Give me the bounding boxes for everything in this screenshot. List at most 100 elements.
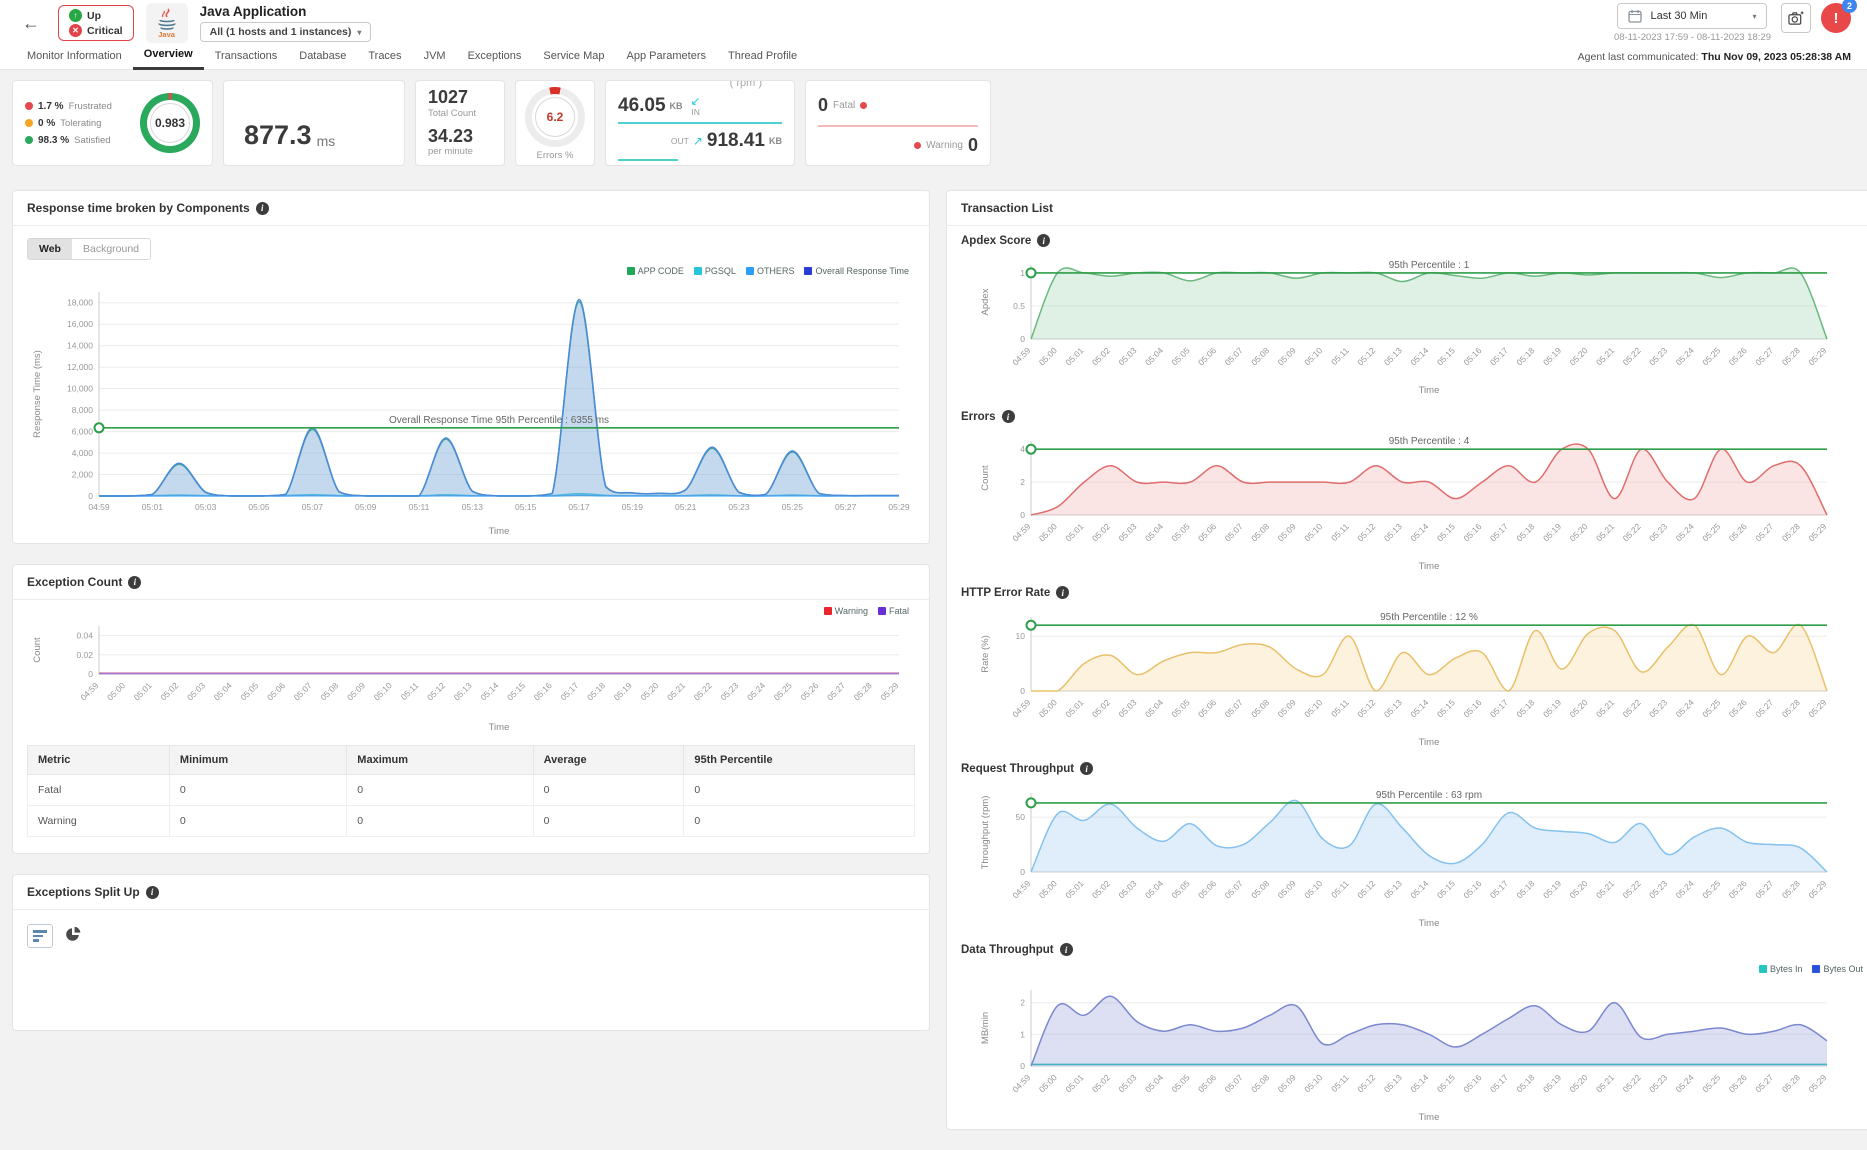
tolerating-dot-icon [25,119,33,127]
legend-pgsql[interactable]: PGSQL [694,266,736,276]
main-columns: Response time broken by Components i Web… [12,190,1855,1150]
host-instance-selector[interactable]: All (1 hosts and 1 instances) ▾ [200,22,372,42]
errors-section: Errors i 42095th Percentile : 404:5905:0… [947,402,1867,578]
top-right-controls: Last 30 Min ▾ 08-11-2023 17:59 - 08-11-2… [1614,3,1851,43]
tab-monitor-information[interactable]: Monitor Information [16,45,133,69]
tab-traces[interactable]: Traces [357,45,412,69]
legend-warning[interactable]: Warning [824,606,868,616]
svg-text:05:27: 05:27 [835,502,857,512]
svg-text:Time: Time [1419,385,1440,396]
info-icon[interactable]: i [1060,943,1073,956]
svg-text:05:10: 05:10 [1302,878,1324,900]
svg-text:05:22: 05:22 [1621,345,1643,367]
tab-jvm[interactable]: JVM [413,45,457,69]
info-icon[interactable]: i [1002,410,1015,423]
toggle-background-button[interactable]: Background [72,239,150,259]
bar-view-button[interactable] [27,924,53,948]
data-out-row: OUT ↗ 918.41 KB [618,130,782,152]
svg-text:04:59: 04:59 [1010,521,1032,543]
tab-transactions[interactable]: Transactions [204,45,289,69]
apdex-tolerating: 0 % Tolerating [25,118,112,129]
info-icon[interactable]: i [256,202,269,215]
tab-exceptions[interactable]: Exceptions [457,45,533,69]
svg-text:05:28: 05:28 [852,680,874,702]
back-button[interactable]: ← [16,11,46,36]
legend-bytes-in[interactable]: Bytes In [1759,964,1803,974]
svg-text:05:07: 05:07 [1223,521,1245,543]
svg-text:05:12: 05:12 [1355,345,1377,367]
exceptions-split-header: Exceptions Split Up i [13,875,929,910]
svg-text:18,000: 18,000 [67,298,93,308]
tab-service-map[interactable]: Service Map [532,45,615,69]
svg-text:Time: Time [1419,561,1440,572]
time-range-picker[interactable]: Last 30 Min ▾ 08-11-2023 17:59 - 08-11-2… [1614,3,1771,43]
errors-chart: 42095th Percentile : 404:5905:0005:0105:… [961,423,1867,578]
svg-text:05:09: 05:09 [355,502,377,512]
monitor-status-box[interactable]: ↑ Up ✕ Critical [58,5,134,41]
info-icon[interactable]: i [1037,234,1050,247]
time-range-box[interactable]: Last 30 Min ▾ [1617,3,1767,29]
svg-text:05:29: 05:29 [878,680,900,702]
apdex-legend: 1.7 % Frustrated 0 % Tolerating 98.3 % S… [25,101,112,146]
tolerating-value: 0 % [38,118,55,129]
response-time-unit: ms [317,133,336,149]
svg-text:05:24: 05:24 [1674,697,1696,719]
svg-text:04:59: 04:59 [1010,697,1032,719]
toggle-web-button[interactable]: Web [28,239,72,259]
svg-text:05:16: 05:16 [1461,878,1483,900]
data-in-out-card: ( rpm ) 46.05 KB ↙ IN OUT ↗ 918.41 KB [605,80,795,166]
legend-fatal[interactable]: Fatal [878,606,909,616]
svg-text:05:07: 05:07 [302,502,324,512]
tab-thread-profile[interactable]: Thread Profile [717,45,808,69]
svg-text:05:17: 05:17 [558,680,580,702]
in-divider [618,122,782,124]
svg-text:05:04: 05:04 [1143,697,1165,719]
svg-text:05:05: 05:05 [1169,345,1191,367]
legend-overall-response-time[interactable]: Overall Response Time [804,266,909,276]
svg-text:05:10: 05:10 [372,680,394,702]
svg-text:05:11: 05:11 [1329,697,1351,719]
info-icon[interactable]: i [1056,586,1069,599]
svg-text:05:07: 05:07 [1223,697,1245,719]
svg-text:05:04: 05:04 [1143,521,1165,543]
svg-text:05:18: 05:18 [1514,345,1536,367]
svg-text:Time: Time [1419,1112,1440,1123]
svg-text:05:05: 05:05 [1169,1072,1191,1094]
tab-app-parameters[interactable]: App Parameters [616,45,717,69]
info-icon[interactable]: i [1080,762,1093,775]
svg-text:05:13: 05:13 [1382,1072,1404,1094]
svg-text:05:06: 05:06 [265,680,287,702]
svg-text:1: 1 [1020,1029,1025,1039]
svg-text:05:12: 05:12 [1355,521,1377,543]
legend-bytes-out[interactable]: Bytes Out [1812,964,1863,974]
satisfied-dot-icon [25,136,33,144]
fatal-value: 0 [818,95,828,116]
svg-text:05:12: 05:12 [1355,878,1377,900]
errors-percent-gauge: 6.2 [525,87,585,147]
svg-text:05:13: 05:13 [1382,345,1404,367]
legend-app-code[interactable]: APP CODE [627,266,684,276]
svg-text:05:23: 05:23 [718,680,740,702]
warning-dot-icon [914,142,921,149]
svg-text:05:09: 05:09 [1276,345,1298,367]
screenshot-button[interactable] [1781,3,1811,33]
java-word: Java [158,30,175,39]
svg-text:Throughput (rpm): Throughput (rpm) [980,796,991,870]
tab-database[interactable]: Database [288,45,357,69]
svg-text:05:07: 05:07 [1223,878,1245,900]
pie-view-button[interactable] [63,924,83,947]
critical-status-icon: ✕ [69,24,82,37]
alerts-button[interactable]: ! 2 [1821,3,1851,33]
legend-others[interactable]: OTHERS [746,266,795,276]
svg-text:95th Percentile : 1: 95th Percentile : 1 [1389,260,1470,271]
svg-text:05:19: 05:19 [612,680,634,702]
svg-text:Time: Time [1419,737,1440,748]
info-icon[interactable]: i [128,576,141,589]
exception-count-chart: 0.040.02004:5905:0005:0105:0205:0305:040… [13,616,929,739]
tab-overview[interactable]: Overview [133,43,204,70]
info-icon[interactable]: i [146,886,159,899]
svg-text:05:11: 05:11 [1329,345,1351,367]
svg-text:05:03: 05:03 [185,680,207,702]
svg-text:05:14: 05:14 [1408,878,1430,900]
time-range-label: Last 30 Min [1650,10,1744,22]
